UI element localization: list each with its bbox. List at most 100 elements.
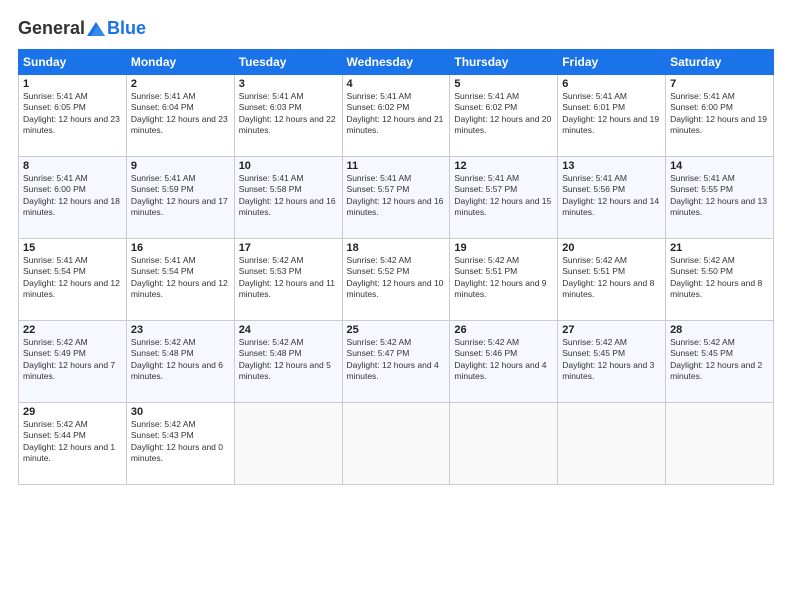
day-number: 28 [670, 324, 769, 336]
day-number: 15 [23, 242, 122, 254]
day-number: 1 [23, 78, 122, 90]
dow-header: Monday [126, 50, 234, 75]
cell-info: Sunrise: 5:42 AMSunset: 5:50 PMDaylight:… [670, 255, 762, 299]
cell-info: Sunrise: 5:41 AMSunset: 6:02 PMDaylight:… [347, 91, 444, 135]
day-number: 5 [454, 78, 553, 90]
cell-info: Sunrise: 5:42 AMSunset: 5:49 PMDaylight:… [23, 337, 115, 381]
cell-info: Sunrise: 5:42 AMSunset: 5:47 PMDaylight:… [347, 337, 439, 381]
cell-info: Sunrise: 5:42 AMSunset: 5:45 PMDaylight:… [670, 337, 762, 381]
cell-info: Sunrise: 5:42 AMSunset: 5:44 PMDaylight:… [23, 419, 115, 463]
calendar-cell: 29 Sunrise: 5:42 AMSunset: 5:44 PMDaylig… [19, 403, 127, 485]
cell-info: Sunrise: 5:42 AMSunset: 5:43 PMDaylight:… [131, 419, 223, 463]
cell-info: Sunrise: 5:41 AMSunset: 5:55 PMDaylight:… [670, 173, 767, 217]
day-number: 17 [239, 242, 338, 254]
cell-info: Sunrise: 5:41 AMSunset: 5:59 PMDaylight:… [131, 173, 228, 217]
calendar-cell [342, 403, 450, 485]
day-number: 13 [562, 160, 661, 172]
dow-header: Thursday [450, 50, 558, 75]
dow-header: Friday [558, 50, 666, 75]
calendar-cell: 23 Sunrise: 5:42 AMSunset: 5:48 PMDaylig… [126, 321, 234, 403]
day-number: 18 [347, 242, 446, 254]
cell-info: Sunrise: 5:42 AMSunset: 5:51 PMDaylight:… [454, 255, 546, 299]
cell-info: Sunrise: 5:41 AMSunset: 6:03 PMDaylight:… [239, 91, 336, 135]
calendar-cell [666, 403, 774, 485]
cell-info: Sunrise: 5:42 AMSunset: 5:46 PMDaylight:… [454, 337, 546, 381]
day-number: 9 [131, 160, 230, 172]
day-number: 10 [239, 160, 338, 172]
day-number: 24 [239, 324, 338, 336]
cell-info: Sunrise: 5:41 AMSunset: 6:02 PMDaylight:… [454, 91, 551, 135]
calendar-cell: 2 Sunrise: 5:41 AMSunset: 6:04 PMDayligh… [126, 75, 234, 157]
day-number: 23 [131, 324, 230, 336]
calendar-cell: 14 Sunrise: 5:41 AMSunset: 5:55 PMDaylig… [666, 157, 774, 239]
calendar-cell: 21 Sunrise: 5:42 AMSunset: 5:50 PMDaylig… [666, 239, 774, 321]
calendar-cell: 22 Sunrise: 5:42 AMSunset: 5:49 PMDaylig… [19, 321, 127, 403]
calendar-cell: 28 Sunrise: 5:42 AMSunset: 5:45 PMDaylig… [666, 321, 774, 403]
logo-icon [87, 22, 105, 36]
cell-info: Sunrise: 5:41 AMSunset: 6:00 PMDaylight:… [670, 91, 767, 135]
dow-header: Saturday [666, 50, 774, 75]
cell-info: Sunrise: 5:41 AMSunset: 6:00 PMDaylight:… [23, 173, 120, 217]
calendar-cell: 18 Sunrise: 5:42 AMSunset: 5:52 PMDaylig… [342, 239, 450, 321]
calendar-cell: 9 Sunrise: 5:41 AMSunset: 5:59 PMDayligh… [126, 157, 234, 239]
day-number: 2 [131, 78, 230, 90]
calendar-cell: 1 Sunrise: 5:41 AMSunset: 6:05 PMDayligh… [19, 75, 127, 157]
cell-info: Sunrise: 5:42 AMSunset: 5:45 PMDaylight:… [562, 337, 654, 381]
day-number: 21 [670, 242, 769, 254]
cell-info: Sunrise: 5:42 AMSunset: 5:53 PMDaylight:… [239, 255, 335, 299]
calendar-cell: 10 Sunrise: 5:41 AMSunset: 5:58 PMDaylig… [234, 157, 342, 239]
day-number: 29 [23, 406, 122, 418]
calendar-cell: 7 Sunrise: 5:41 AMSunset: 6:00 PMDayligh… [666, 75, 774, 157]
day-number: 8 [23, 160, 122, 172]
cell-info: Sunrise: 5:41 AMSunset: 6:04 PMDaylight:… [131, 91, 228, 135]
day-number: 12 [454, 160, 553, 172]
cell-info: Sunrise: 5:42 AMSunset: 5:51 PMDaylight:… [562, 255, 654, 299]
logo-blue: Blue [107, 18, 146, 39]
logo: General Blue [18, 18, 146, 39]
page: General Blue SundayMondayTuesdayWednesda… [0, 0, 792, 612]
calendar-cell: 20 Sunrise: 5:42 AMSunset: 5:51 PMDaylig… [558, 239, 666, 321]
dow-header: Sunday [19, 50, 127, 75]
day-number: 22 [23, 324, 122, 336]
calendar-cell [234, 403, 342, 485]
cell-info: Sunrise: 5:42 AMSunset: 5:48 PMDaylight:… [239, 337, 331, 381]
cell-info: Sunrise: 5:42 AMSunset: 5:48 PMDaylight:… [131, 337, 223, 381]
day-number: 3 [239, 78, 338, 90]
day-number: 27 [562, 324, 661, 336]
dow-header: Tuesday [234, 50, 342, 75]
cell-info: Sunrise: 5:41 AMSunset: 5:58 PMDaylight:… [239, 173, 336, 217]
calendar-cell: 6 Sunrise: 5:41 AMSunset: 6:01 PMDayligh… [558, 75, 666, 157]
day-number: 20 [562, 242, 661, 254]
day-number: 11 [347, 160, 446, 172]
calendar-cell: 12 Sunrise: 5:41 AMSunset: 5:57 PMDaylig… [450, 157, 558, 239]
calendar-cell: 17 Sunrise: 5:42 AMSunset: 5:53 PMDaylig… [234, 239, 342, 321]
day-number: 6 [562, 78, 661, 90]
calendar-cell: 27 Sunrise: 5:42 AMSunset: 5:45 PMDaylig… [558, 321, 666, 403]
calendar-cell [450, 403, 558, 485]
cell-info: Sunrise: 5:41 AMSunset: 6:05 PMDaylight:… [23, 91, 120, 135]
calendar-cell: 8 Sunrise: 5:41 AMSunset: 6:00 PMDayligh… [19, 157, 127, 239]
day-number: 26 [454, 324, 553, 336]
cell-info: Sunrise: 5:41 AMSunset: 5:57 PMDaylight:… [347, 173, 444, 217]
calendar-cell: 11 Sunrise: 5:41 AMSunset: 5:57 PMDaylig… [342, 157, 450, 239]
cell-info: Sunrise: 5:41 AMSunset: 5:54 PMDaylight:… [23, 255, 120, 299]
calendar-cell: 25 Sunrise: 5:42 AMSunset: 5:47 PMDaylig… [342, 321, 450, 403]
calendar-cell [558, 403, 666, 485]
calendar-cell: 26 Sunrise: 5:42 AMSunset: 5:46 PMDaylig… [450, 321, 558, 403]
calendar-cell: 24 Sunrise: 5:42 AMSunset: 5:48 PMDaylig… [234, 321, 342, 403]
cell-info: Sunrise: 5:42 AMSunset: 5:52 PMDaylight:… [347, 255, 444, 299]
cell-info: Sunrise: 5:41 AMSunset: 5:54 PMDaylight:… [131, 255, 228, 299]
header: General Blue [18, 18, 774, 39]
calendar-cell: 30 Sunrise: 5:42 AMSunset: 5:43 PMDaylig… [126, 403, 234, 485]
calendar-cell: 3 Sunrise: 5:41 AMSunset: 6:03 PMDayligh… [234, 75, 342, 157]
day-number: 14 [670, 160, 769, 172]
calendar-table: SundayMondayTuesdayWednesdayThursdayFrid… [18, 49, 774, 485]
calendar-cell: 4 Sunrise: 5:41 AMSunset: 6:02 PMDayligh… [342, 75, 450, 157]
day-number: 4 [347, 78, 446, 90]
day-number: 7 [670, 78, 769, 90]
day-number: 19 [454, 242, 553, 254]
logo-general: General [18, 18, 85, 38]
cell-info: Sunrise: 5:41 AMSunset: 6:01 PMDaylight:… [562, 91, 659, 135]
cell-info: Sunrise: 5:41 AMSunset: 5:57 PMDaylight:… [454, 173, 551, 217]
calendar-cell: 16 Sunrise: 5:41 AMSunset: 5:54 PMDaylig… [126, 239, 234, 321]
